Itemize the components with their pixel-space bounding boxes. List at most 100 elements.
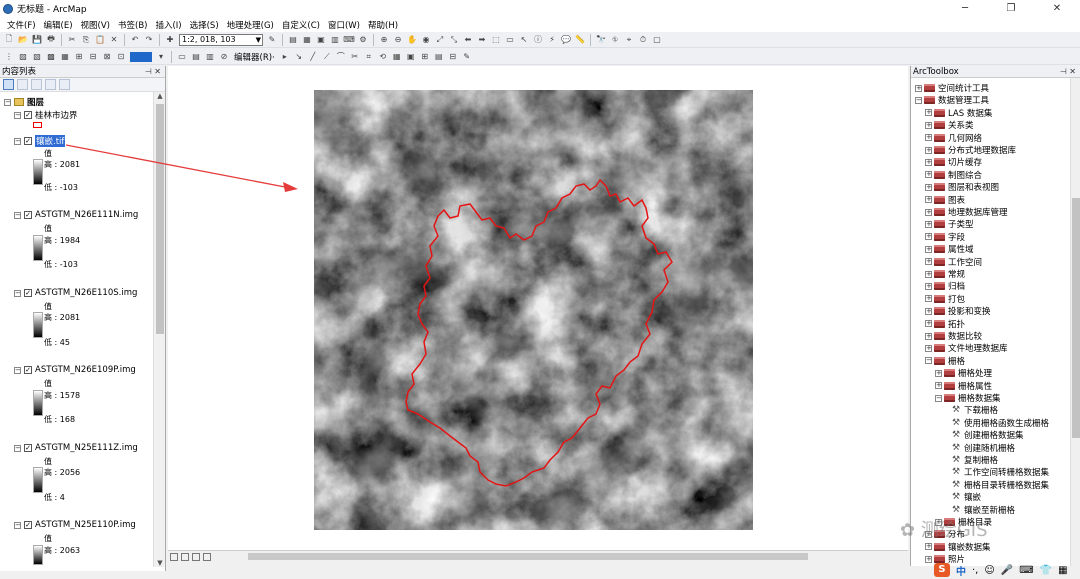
toolbox-tool-item[interactable]: ⚒ 镶嵌至新栅格 — [951, 504, 1015, 516]
edit-tool-icon[interactable]: ╱ — [307, 51, 319, 63]
draw-tool-icon[interactable]: ▭ — [176, 51, 188, 63]
language-indicator[interactable]: 中 — [956, 563, 966, 578]
pan-icon[interactable]: ✋ — [406, 34, 418, 46]
edit-tool-icon[interactable]: ▣ — [405, 51, 417, 63]
pause-drawing-icon[interactable] — [203, 552, 211, 561]
menu-edit[interactable]: 编辑(E) — [40, 19, 77, 31]
expand-icon[interactable]: + — [925, 158, 932, 166]
viewer-window-icon[interactable]: ▢ — [651, 34, 663, 46]
toolbox-toolset-item[interactable]: + 子类型 — [925, 218, 974, 230]
toolbox-toolset-item[interactable]: + 地理数据库管理 — [925, 206, 1008, 218]
layout-tool-icon[interactable]: ⊟ — [87, 51, 99, 63]
expand-icon[interactable]: + — [925, 282, 932, 290]
expand-icon[interactable]: + — [925, 196, 932, 204]
expand-icon[interactable]: + — [925, 344, 932, 352]
sogou-input-icon[interactable]: S — [934, 563, 950, 577]
scroll-down-icon[interactable]: ▼ — [154, 559, 165, 567]
toolbox-toolset-item[interactable]: + 切片缓存 — [925, 156, 982, 168]
editor-toolbar-icon[interactable]: ✎ — [266, 34, 278, 46]
clear-selection-icon[interactable]: ▭ — [504, 34, 516, 46]
elevation-color-ramp[interactable] — [33, 467, 43, 493]
elevation-color-ramp[interactable] — [33, 390, 43, 416]
edit-tool-icon[interactable]: ✎ — [461, 51, 473, 63]
draw-tool-icon[interactable]: ⊘ — [218, 51, 230, 63]
close-button[interactable]: ✕ — [1034, 0, 1080, 17]
expand-icon[interactable]: + — [925, 245, 932, 253]
menu-help[interactable]: 帮助(H) — [364, 19, 402, 31]
cut-icon[interactable]: ✂ — [66, 34, 78, 46]
editor-menu-dropdown[interactable]: 编辑器(R)· — [231, 51, 278, 63]
python-icon[interactable]: ⌨ — [343, 34, 355, 46]
toolbox-toolset-item[interactable]: + 常规 — [925, 268, 965, 280]
layout-tool-icon[interactable]: ▧ — [31, 51, 43, 63]
zoom-out-icon[interactable]: ⊖ — [392, 34, 404, 46]
menu-bookmarks[interactable]: 书签(B) — [114, 19, 151, 31]
expand-icon[interactable]: + — [915, 84, 922, 92]
toolbox-toolset-item[interactable]: − 栅格 — [925, 355, 965, 367]
layout-tool-icon[interactable]: ⊡ — [115, 51, 127, 63]
edit-tool-icon[interactable]: ▦ — [391, 51, 403, 63]
layout-tool-icon[interactable]: ⊠ — [101, 51, 113, 63]
map-scale-dropdown[interactable]: 1:2, 018, 103 ▼ — [179, 33, 263, 46]
toolbox-toolset-item[interactable]: + 工作空间 — [925, 256, 982, 268]
toolbox-scrollbar[interactable] — [1070, 78, 1080, 566]
menu-windows[interactable]: 窗口(W) — [324, 19, 364, 31]
expand-icon[interactable]: + — [925, 109, 932, 117]
edit-tool-icon[interactable]: ↘ — [293, 51, 305, 63]
toolbox-toolset-item[interactable]: + 制图综合 — [925, 169, 982, 181]
layout-tool-icon[interactable]: ▩ — [45, 51, 57, 63]
time-slider-icon[interactable]: ⏱ — [637, 34, 649, 46]
toolbox-toolset-item[interactable]: + 几何网络 — [925, 132, 982, 144]
find-route-icon[interactable]: ⛗ — [609, 34, 621, 46]
emoji-icon[interactable]: ☺ — [984, 565, 994, 576]
toolbox-toolset-item[interactable]: − 数据管理工具 — [915, 94, 989, 106]
print-icon[interactable]: 🖶 — [45, 34, 57, 46]
collapse-icon[interactable]: − — [935, 394, 942, 402]
toc-layer-row[interactable]: − ✓ ASTGTM_N26E109P.img — [14, 365, 136, 375]
layout-view-icon[interactable] — [181, 552, 189, 561]
collapse-icon[interactable]: − — [915, 96, 922, 104]
model-builder-icon[interactable]: ⚙ — [357, 34, 369, 46]
back-extent-icon[interactable]: ⬅ — [462, 34, 474, 46]
keyboard-icon[interactable]: ⌨ — [1019, 565, 1033, 576]
draw-tool-icon[interactable]: ▤ — [190, 51, 202, 63]
restore-button[interactable]: ❐ — [988, 0, 1034, 17]
toolbox-toolset-item[interactable]: + 栅格属性 — [935, 380, 992, 392]
toolbox-toolset-item[interactable]: + 关系类 — [925, 119, 974, 131]
expand-icon[interactable]: + — [925, 220, 932, 228]
microphone-icon[interactable]: 🎤 — [1001, 565, 1013, 576]
edit-tool-icon[interactable]: ▤ — [433, 51, 445, 63]
menu-file[interactable]: 文件(F) — [3, 19, 40, 31]
toolbox-toolset-item[interactable]: + 图表 — [925, 194, 965, 206]
arctoolbox-icon[interactable]: ▥ — [329, 34, 341, 46]
identify-icon[interactable]: ⓘ — [532, 34, 544, 46]
pin-icon[interactable]: ⊣ ✕ — [1060, 66, 1076, 78]
expand-icon[interactable]: + — [925, 270, 932, 278]
toolbox-tool-item[interactable]: ⚒ 复制栅格 — [951, 454, 998, 466]
expand-icon[interactable]: + — [925, 134, 932, 142]
elevation-color-ramp[interactable] — [33, 545, 43, 565]
tools-icon[interactable]: ▦ — [1058, 565, 1067, 576]
layout-tool-icon[interactable]: ⊞ — [73, 51, 85, 63]
add-data-icon[interactable]: ✚ — [164, 34, 176, 46]
expand-icon[interactable]: + — [925, 332, 932, 340]
toolbox-toolset-item[interactable]: + 空间统计工具 — [915, 82, 989, 94]
undo-icon[interactable]: ↶ — [129, 34, 141, 46]
chevron-down-icon[interactable]: ▾ — [155, 51, 167, 63]
copy-icon[interactable]: ⎘ — [80, 34, 92, 46]
forward-extent-icon[interactable]: ➡ — [476, 34, 488, 46]
toolbox-toolset-item[interactable]: + LAS 数据集 — [925, 107, 992, 119]
expand-icon[interactable]: + — [925, 258, 932, 266]
toolbox-toolset-item[interactable]: + 文件地理数据库 — [925, 342, 1008, 354]
toolbox-toolset-item[interactable]: + 栅格处理 — [935, 367, 992, 379]
measure-icon[interactable]: 📏 — [574, 34, 586, 46]
menu-geoprocessing[interactable]: 地理处理(G) — [223, 19, 278, 31]
expand-icon[interactable]: + — [925, 555, 932, 563]
toolbox-toolset-item[interactable]: + 打包 — [925, 293, 965, 305]
toc-layer-row[interactable]: − ✓ ASTGTM_N25E111Z.img — [14, 443, 138, 453]
toolbox-toolset-item[interactable]: + 投影和变换 — [925, 305, 991, 317]
html-popup-icon[interactable]: 💬 — [560, 34, 572, 46]
open-icon[interactable]: 📂 — [17, 34, 29, 46]
expand-icon[interactable]: + — [925, 320, 932, 328]
hyperlink-icon[interactable]: ⚡ — [546, 34, 558, 46]
